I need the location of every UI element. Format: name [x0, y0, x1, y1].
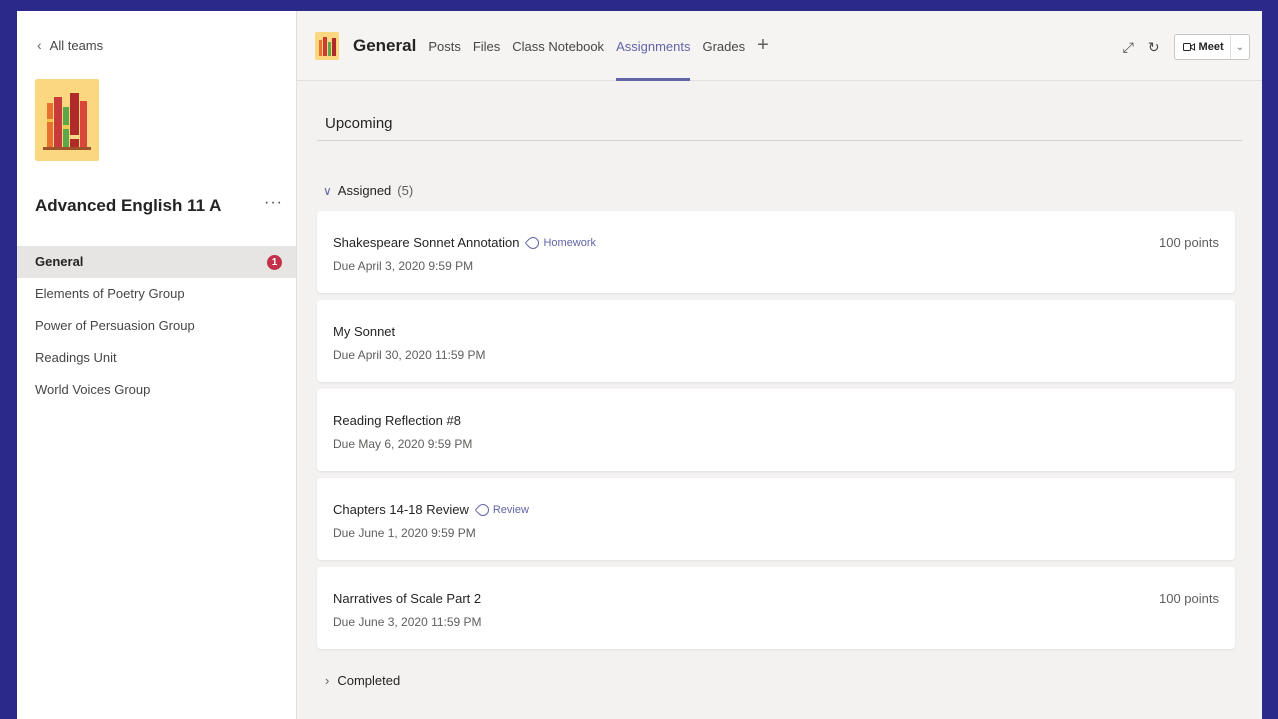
assignment-list: Shakespeare Sonnet Annotation Homework D… — [317, 211, 1235, 656]
assignments-content: Upcoming ∨ Assigned (5) Shakespeare Sonn… — [317, 81, 1242, 688]
tab-class-notebook[interactable]: Class Notebook — [512, 11, 604, 81]
channel-label: Elements of Poetry Group — [35, 286, 185, 301]
channel-label: Readings Unit — [35, 350, 117, 365]
assignment-title: Reading Reflection #8 — [333, 413, 461, 428]
channel-item-world-voices[interactable]: World Voices Group — [17, 374, 296, 406]
assigned-count: (5) — [397, 183, 414, 198]
assignment-title-row: Reading Reflection #8 — [333, 413, 461, 428]
refresh-icon[interactable]: ↻ — [1148, 39, 1160, 56]
channel-label: World Voices Group — [35, 382, 151, 397]
team-more-options-button[interactable]: ··· — [264, 194, 283, 212]
all-teams-label: All teams — [49, 37, 104, 53]
chevron-left-icon: ‹ — [37, 37, 42, 53]
assignment-due: Due June 3, 2020 11:59 PM — [333, 615, 482, 629]
app-frame: ‹ All teams Advanced English 11 A ··· Ge… — [17, 11, 1262, 719]
assignment-title: Shakespeare Sonnet Annotation — [333, 235, 520, 250]
assignment-due: Due May 6, 2020 9:59 PM — [333, 437, 473, 451]
channel-item-readings-unit[interactable]: Readings Unit — [17, 342, 296, 374]
channel-title: General — [353, 35, 417, 55]
completed-group-toggle[interactable]: › Completed — [325, 673, 400, 688]
assignment-card[interactable]: Reading Reflection #8 Due May 6, 2020 9:… — [317, 389, 1235, 471]
assignment-card[interactable]: Chapters 14-18 Review Review Due June 1,… — [317, 478, 1235, 560]
assignment-title-row: Chapters 14-18 Review Review — [333, 501, 529, 518]
assignment-tag: Review — [474, 501, 529, 518]
assignment-points: 100 points — [1159, 591, 1219, 606]
all-teams-link[interactable]: ‹ All teams — [37, 37, 103, 53]
assignment-due: Due April 30, 2020 11:59 PM — [333, 348, 486, 362]
chevron-down-icon: ∨ — [323, 183, 332, 198]
assignment-title: Chapters 14-18 Review — [333, 502, 469, 517]
tag-icon — [524, 234, 542, 251]
expand-icon[interactable]: ⤢ — [1123, 39, 1134, 56]
assignment-title-row: Shakespeare Sonnet Annotation Homework — [333, 234, 597, 251]
assigned-group-toggle[interactable]: ∨ Assigned (5) — [323, 183, 413, 198]
assignment-title: My Sonnet — [333, 324, 396, 339]
chevron-right-icon: › — [325, 673, 330, 688]
channel-header: General Posts Files Class Notebook Assig… — [297, 11, 1262, 81]
tab-files[interactable]: Files — [473, 11, 500, 81]
assignment-card[interactable]: Shakespeare Sonnet Annotation Homework D… — [317, 211, 1235, 293]
tag-icon — [474, 501, 492, 518]
tab-grades[interactable]: Grades — [702, 11, 745, 81]
channel-team-icon — [315, 31, 339, 60]
meet-label: Meet — [1198, 41, 1224, 53]
assignment-tag: Homework — [524, 234, 597, 251]
meet-dropdown-chevron-icon[interactable]: ⌄ — [1231, 42, 1249, 53]
assignment-points: 100 points — [1159, 235, 1219, 250]
video-camera-icon — [1182, 43, 1195, 51]
channel-item-elements-of-poetry[interactable]: Elements of Poetry Group — [17, 278, 296, 310]
bookshelf-icon — [43, 93, 91, 150]
channel-label: General — [35, 254, 84, 269]
team-logo — [35, 79, 99, 161]
main-pane: General Posts Files Class Notebook Assig… — [297, 11, 1262, 719]
assignment-title: Narratives of Scale Part 2 — [333, 591, 482, 606]
meet-button[interactable]: Meet — [1175, 35, 1231, 59]
team-sidebar: ‹ All teams Advanced English 11 A ··· Ge… — [17, 11, 297, 719]
tag-label: Review — [492, 503, 529, 516]
assignment-due: Due April 3, 2020 9:59 PM — [333, 259, 474, 273]
header-actions: ⤢ ↻ Meet ⌄ — [1123, 34, 1250, 60]
assignment-card[interactable]: Narratives of Scale Part 2 Due June 3, 2… — [317, 567, 1235, 649]
section-title: Upcoming — [325, 115, 393, 132]
upcoming-header: Upcoming — [317, 81, 1242, 141]
tag-label: Homework — [543, 236, 597, 249]
bookshelf-icon — [319, 36, 336, 56]
assigned-label: Assigned — [337, 183, 392, 198]
completed-label: Completed — [337, 673, 401, 688]
team-name: Advanced English 11 A — [35, 196, 222, 215]
tab-posts[interactable]: Posts — [428, 11, 461, 81]
meet-button-group: Meet ⌄ — [1173, 34, 1250, 60]
channel-item-general[interactable]: General 1 — [17, 246, 296, 278]
assignment-title-row: My Sonnet — [333, 324, 395, 339]
notification-badge: 1 — [267, 255, 282, 270]
channel-label: Power of Persuasion Group — [35, 318, 195, 333]
assignment-card[interactable]: My Sonnet Due April 30, 2020 11:59 PM — [317, 300, 1235, 382]
tab-assignments[interactable]: Assignments — [616, 11, 691, 81]
assignment-title-row: Narratives of Scale Part 2 — [333, 591, 481, 606]
add-tab-button[interactable]: + — [757, 34, 769, 57]
assignment-due: Due June 1, 2020 9:59 PM — [333, 526, 476, 540]
channel-item-power-of-persuasion[interactable]: Power of Persuasion Group — [17, 310, 296, 342]
channel-list: General 1 Elements of Poetry Group Power… — [17, 246, 296, 406]
